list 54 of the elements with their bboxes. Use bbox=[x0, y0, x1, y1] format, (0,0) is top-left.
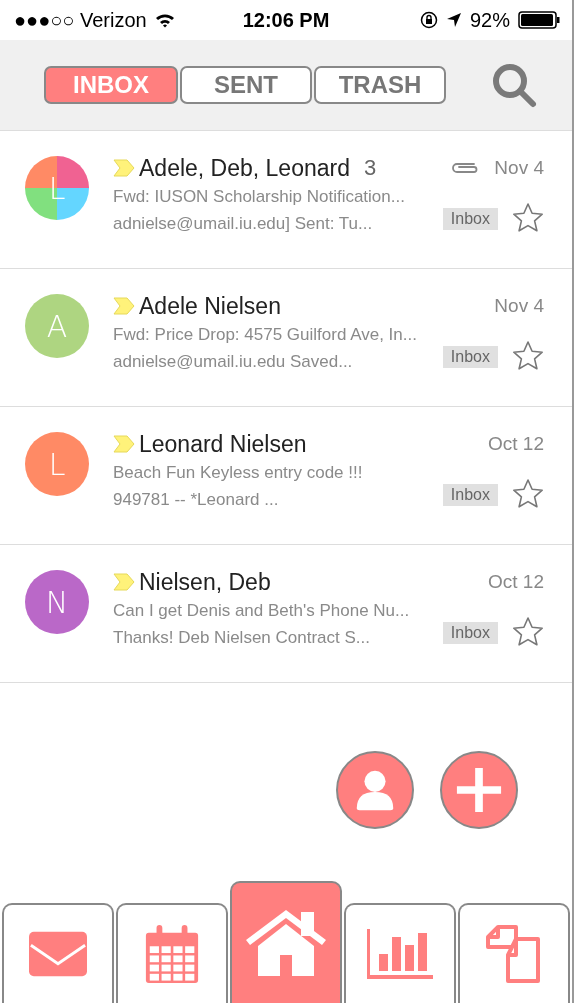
calendar-tab[interactable] bbox=[116, 903, 228, 1003]
message-preview: Thanks! Deb Nielsen Contract S... bbox=[113, 628, 371, 648]
documents-icon bbox=[486, 925, 542, 983]
importance-marker-icon[interactable] bbox=[113, 159, 135, 177]
importance-marker-icon[interactable] bbox=[113, 573, 135, 591]
message-preview: Beach Fun Keyless entry code !!! bbox=[113, 463, 364, 483]
battery-percent: 92% bbox=[469, 8, 510, 32]
calendar-icon bbox=[145, 925, 199, 983]
message-date: Nov 4 bbox=[494, 157, 544, 179]
mail-tab[interactable] bbox=[2, 903, 114, 1003]
mailbox-tab[interactable]: INBOX bbox=[44, 66, 178, 104]
avatar: A bbox=[25, 294, 89, 358]
mailbox-tab[interactable]: SENT bbox=[180, 66, 312, 104]
star-icon[interactable] bbox=[512, 340, 544, 372]
rotation-lock-icon bbox=[419, 11, 438, 29]
plus-icon bbox=[455, 766, 503, 814]
folder-label: Inbox bbox=[442, 484, 498, 506]
clock-time: 12:06 PM bbox=[241, 8, 331, 32]
mailbox-tab[interactable]: TRASH bbox=[314, 66, 446, 104]
thread-count: 3 bbox=[364, 155, 377, 181]
sender-name: Adele Nielsen bbox=[139, 292, 281, 320]
message-preview: Can I get Denis and Beth's Phone Nu... bbox=[113, 601, 411, 621]
sender-name: Nielsen, Deb bbox=[139, 568, 271, 596]
message-preview: Fwd: IUSON Scholarship Notification... bbox=[113, 187, 406, 207]
house-icon bbox=[246, 910, 326, 976]
documents-tab[interactable] bbox=[458, 903, 570, 1003]
folder-label: Inbox bbox=[442, 346, 498, 368]
message-preview: 949781 -- *Leonard ... bbox=[113, 490, 280, 510]
battery-icon bbox=[518, 11, 560, 29]
bar-chart-icon bbox=[367, 929, 433, 979]
message-preview: adnielse@umail.iu.edu Saved... bbox=[113, 352, 354, 372]
importance-marker-icon[interactable] bbox=[113, 297, 135, 315]
chart-tab[interactable] bbox=[344, 903, 456, 1003]
message-preview: adnielse@umail.iu.edu] Sent: Tu... bbox=[113, 214, 374, 234]
star-icon[interactable] bbox=[512, 478, 544, 510]
avatar: N bbox=[25, 570, 89, 634]
avatar: L bbox=[25, 432, 89, 496]
message-date: Oct 12 bbox=[488, 433, 544, 455]
message-date: Oct 12 bbox=[488, 571, 544, 593]
message-preview: Fwd: Price Drop: 4575 Guilford Ave, In... bbox=[113, 325, 418, 345]
wifi-icon bbox=[154, 12, 175, 28]
sender-name: Adele, Deb, Leonard bbox=[139, 154, 350, 182]
message-date: Nov 4 bbox=[494, 295, 544, 317]
star-icon[interactable] bbox=[512, 616, 544, 648]
star-icon[interactable] bbox=[512, 202, 544, 234]
folder-label: Inbox bbox=[442, 208, 498, 230]
location-arrow-icon bbox=[445, 12, 462, 28]
importance-marker-icon[interactable] bbox=[113, 435, 135, 453]
sender-name: Leonard Nielsen bbox=[139, 430, 307, 458]
search-icon[interactable] bbox=[490, 61, 538, 109]
envelope-icon bbox=[29, 931, 87, 977]
home-tab[interactable] bbox=[230, 881, 342, 1003]
carrier-name: ●●●○○ Verizon bbox=[14, 8, 147, 32]
folder-label: Inbox bbox=[442, 622, 498, 644]
